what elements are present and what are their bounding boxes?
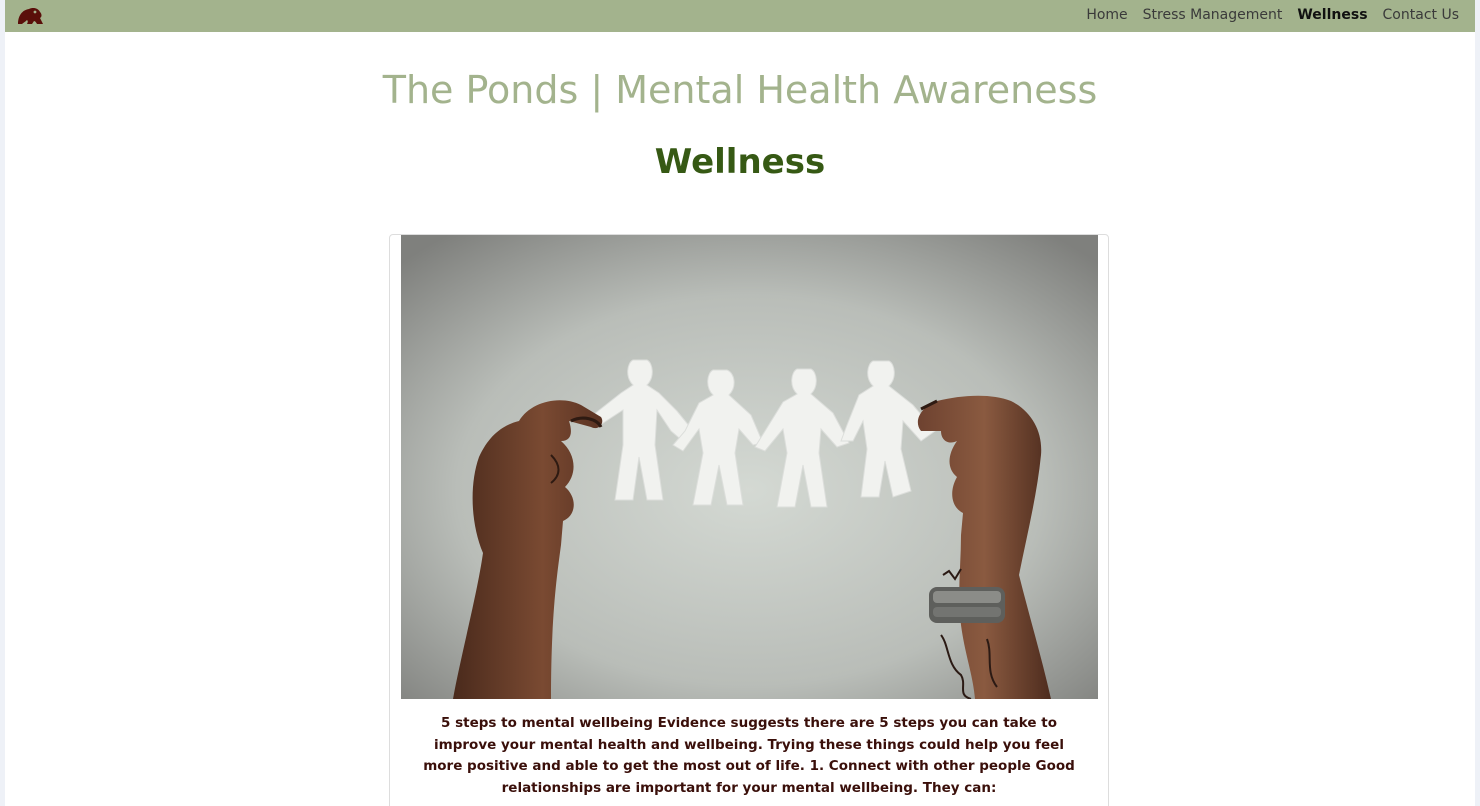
nav-link-wellness[interactable]: Wellness bbox=[1297, 7, 1367, 23]
nav-links: Home Stress Management Wellness Contact … bbox=[1071, 0, 1459, 29]
page-heading: Wellness bbox=[654, 142, 826, 182]
page: Home Stress Management Wellness Contact … bbox=[5, 0, 1475, 806]
nav-link-contact-us[interactable]: Contact Us bbox=[1383, 7, 1459, 23]
frog-logo-icon[interactable] bbox=[16, 4, 44, 26]
nav-link-home[interactable]: Home bbox=[1086, 7, 1127, 23]
nav-link-stress-management[interactable]: Stress Management bbox=[1143, 7, 1283, 23]
navbar: Home Stress Management Wellness Contact … bbox=[5, 0, 1475, 32]
card-body-text: 5 steps to mental wellbeing Evidence sug… bbox=[423, 715, 1075, 796]
content-card: 5 steps to mental wellbeing Evidence sug… bbox=[389, 234, 1109, 806]
site-title: The Ponds | Mental Health Awareness bbox=[382, 68, 1098, 112]
hands-holding-paper-people-image bbox=[401, 235, 1098, 699]
